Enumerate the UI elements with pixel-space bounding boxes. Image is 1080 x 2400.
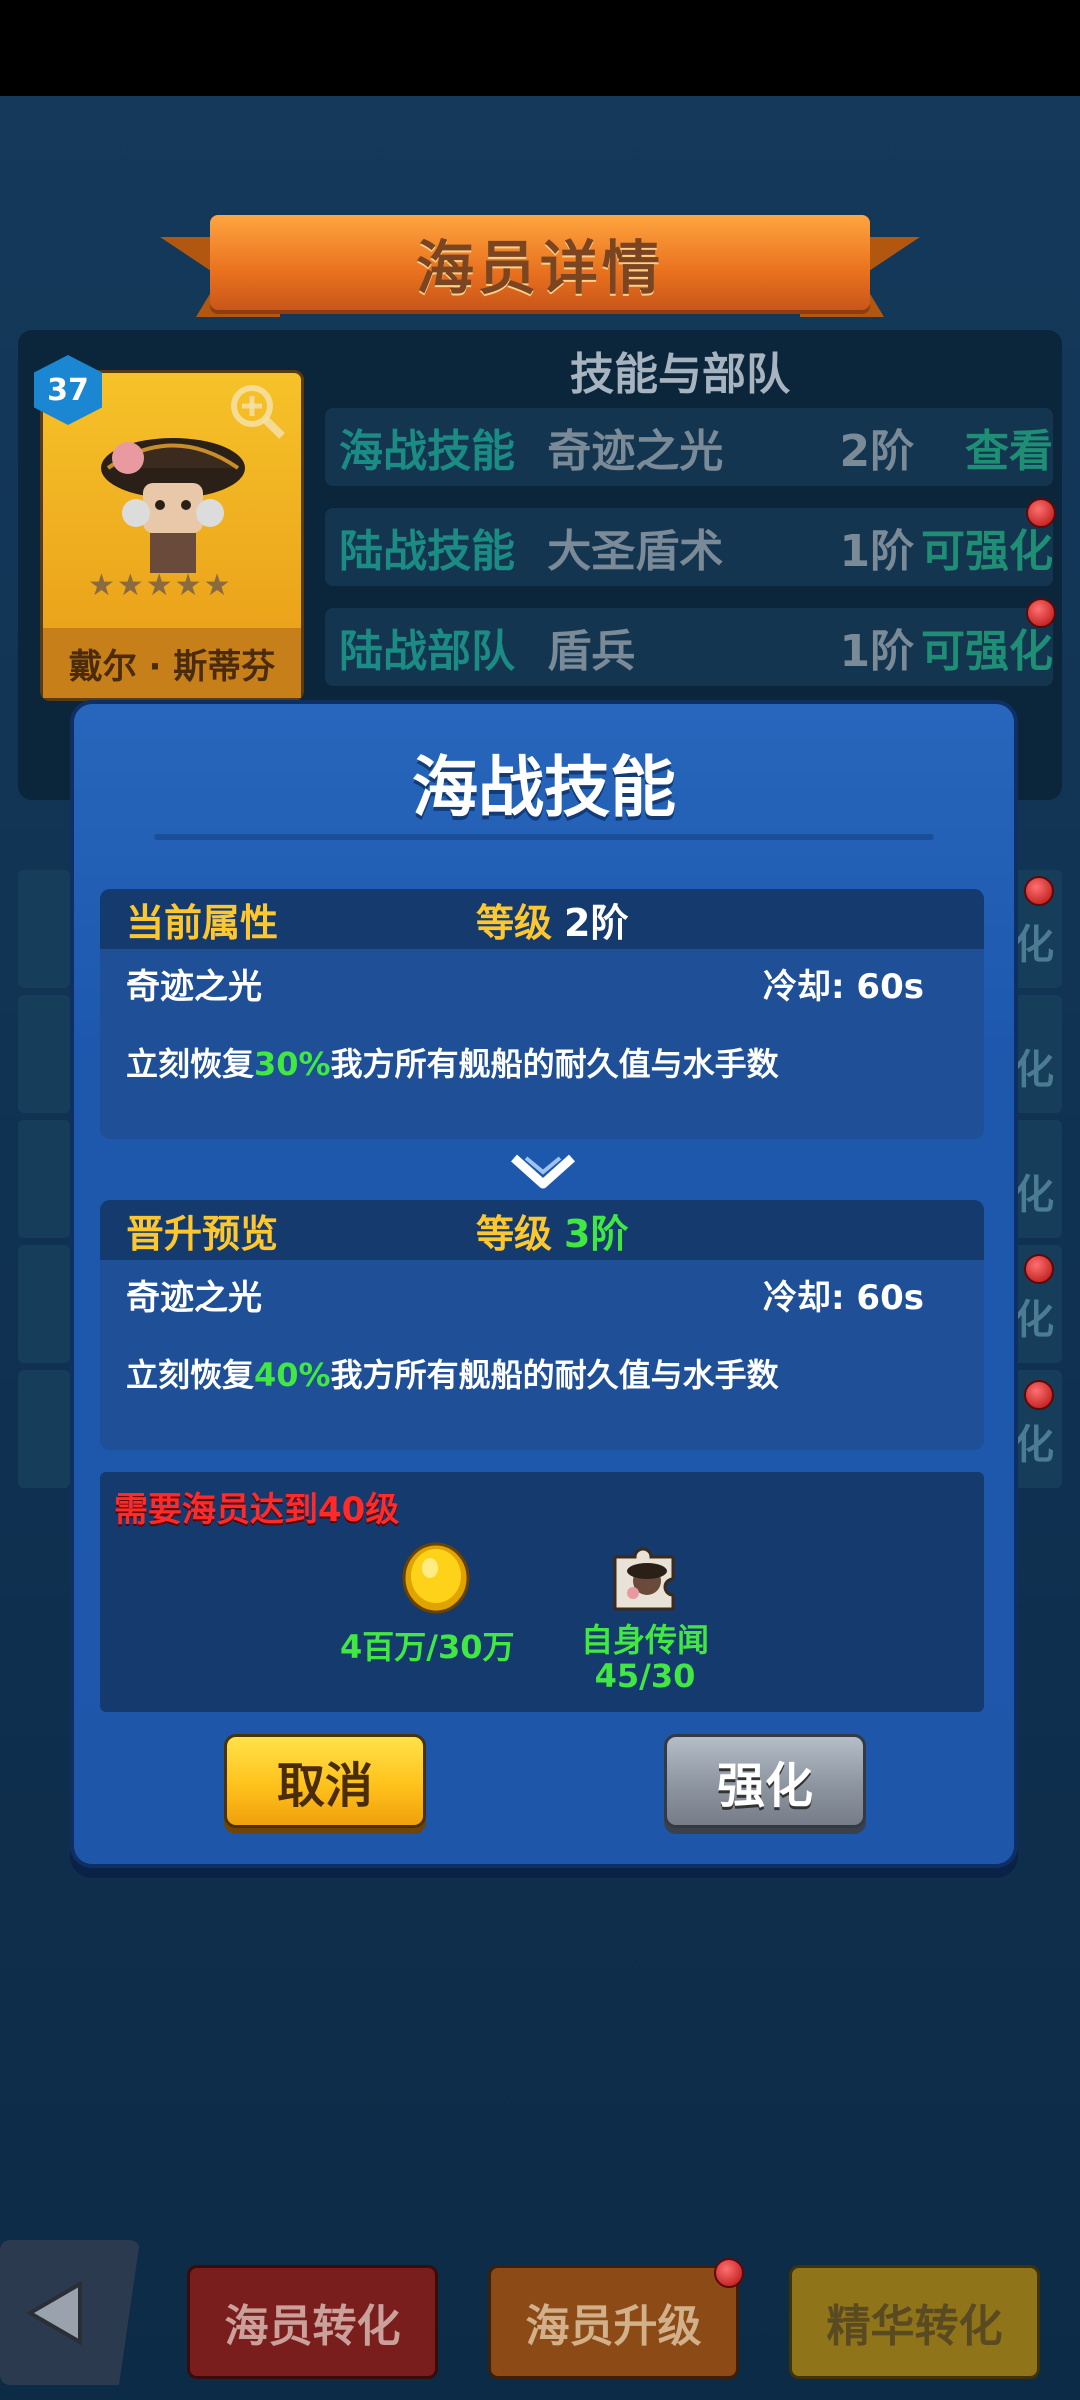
skill-description: 立刻恢复40%我方所有舰船的耐久值与水手数 <box>126 1350 779 1396</box>
pirate-avatar-icon <box>101 438 245 573</box>
back-arrow-icon <box>26 2280 82 2346</box>
gold-coin-icon <box>402 1542 470 1614</box>
desc-prefix: 立刻恢复 <box>126 1045 255 1083</box>
skill-type: 陆战部队 <box>339 626 515 677</box>
current-header-label: 当前属性 <box>126 900 279 945</box>
crew-name-bar: 戴尔 · 斯蒂芬 <box>43 628 301 698</box>
zoom-in-icon[interactable] <box>228 382 288 442</box>
skill-row-naval[interactable]: 海战技能 奇迹之光 2阶 查看 <box>325 408 1053 486</box>
crew-list-item[interactable] <box>18 1245 70 1363</box>
crew-list-item[interactable] <box>18 870 70 988</box>
back-button[interactable] <box>0 2240 140 2385</box>
desc-suffix: 我方所有舰船的耐久值与水手数 <box>330 1045 779 1083</box>
skill-name: 大圣盾术 <box>547 526 724 577</box>
skill-type: 陆战技能 <box>339 526 515 577</box>
skill-type: 海战技能 <box>339 426 515 477</box>
skills-panel-title: 技能与部队 <box>570 349 790 400</box>
desc-percent: 30% <box>254 1045 331 1083</box>
requirement-warning: 需要海员达到40级 <box>114 1490 400 1530</box>
tab-label: 化 <box>1014 1297 1054 1343</box>
notification-dot <box>1024 1380 1054 1410</box>
skill-name: 奇迹之光 <box>126 967 262 1007</box>
preview-header: 晋升预览 等级 3阶 <box>100 1200 984 1260</box>
crew-name: 戴尔 · 斯蒂芬 <box>68 646 276 687</box>
skill-name: 奇迹之光 <box>126 1278 262 1318</box>
notification-dot <box>1024 876 1054 906</box>
star-rating: ★★★★★ <box>88 568 233 603</box>
status-bar <box>0 0 1080 96</box>
fragment-cost: 自身传闻 45/30 <box>570 1622 720 1694</box>
current-level: 2阶 <box>564 900 629 945</box>
title-banner: 海员详情 <box>160 215 920 325</box>
preview-header-label: 晋升预览 <box>126 1211 279 1256</box>
page-title: 海员详情 <box>415 233 664 302</box>
level-label: 等级 <box>476 1211 553 1256</box>
skill-name: 奇迹之光 <box>547 426 724 477</box>
next-level: 3阶 <box>564 1211 629 1256</box>
skill-row-land[interactable]: 陆战技能 大圣盾术 1阶 可强化 <box>325 508 1053 586</box>
crew-list-item[interactable] <box>18 1120 70 1238</box>
skill-upgrade-dialog: 海战技能 当前属性 等级 2阶 奇迹之光 冷却: 60s 立刻恢复30%我方所有… <box>70 700 1018 1868</box>
crew-list-item[interactable] <box>18 995 70 1113</box>
tab-label: 化 <box>1014 922 1054 968</box>
dialog-title: 海战技能 <box>412 749 676 826</box>
upgrade-button[interactable]: 强化 <box>664 1734 866 1828</box>
cooldown: 冷却: 60s <box>763 1278 924 1318</box>
desc-percent: 40% <box>254 1356 331 1394</box>
fragment-count: 45/30 <box>594 1657 696 1695</box>
crew-list-item[interactable] <box>18 1370 70 1488</box>
crew-level: 37 <box>47 372 89 408</box>
banner-main: 海员详情 <box>210 215 870 310</box>
level-label: 等级 <box>476 900 553 945</box>
skill-level: 2阶 <box>839 426 915 477</box>
current-attributes-block: 当前属性 等级 2阶 奇迹之光 冷却: 60s 立刻恢复30%我方所有舰船的耐久… <box>100 889 984 1139</box>
current-header: 当前属性 等级 2阶 <box>100 889 984 949</box>
view-button[interactable]: 查看 <box>914 415 1053 479</box>
desc-prefix: 立刻恢复 <box>126 1356 255 1394</box>
cooldown: 冷却: 60s <box>763 967 924 1007</box>
crew-convert-button[interactable]: 海员转化 <box>187 2265 438 2379</box>
tab-label: 化 <box>1014 1422 1054 1468</box>
fragment-name: 自身传闻 <box>580 1621 709 1659</box>
tab-label: 化 <box>1014 1172 1054 1218</box>
puzzle-piece-icon <box>613 1547 675 1611</box>
requirements-block: 需要海员达到40级 4百万/30万 自身传闻 45/30 <box>100 1472 984 1712</box>
notification-dot <box>1026 598 1056 628</box>
crew-upgrade-button[interactable]: 海员升级 <box>488 2265 739 2379</box>
essence-convert-button[interactable]: 精华转化 <box>789 2265 1040 2379</box>
tab-label: 化 <box>1014 1047 1054 1093</box>
divider <box>154 834 934 840</box>
skill-row-troop[interactable]: 陆战部队 盾兵 1阶 可强化 <box>325 608 1053 686</box>
chevron-down-icon <box>510 1154 576 1189</box>
skill-name: 盾兵 <box>547 626 636 677</box>
cancel-button[interactable]: 取消 <box>224 1734 426 1828</box>
upgrade-preview-block: 晋升预览 等级 3阶 奇迹之光 冷却: 60s 立刻恢复40%我方所有舰船的耐久… <box>100 1200 984 1450</box>
notification-dot <box>714 2258 744 2288</box>
skill-description: 立刻恢复30%我方所有舰船的耐久值与水手数 <box>126 1039 779 1085</box>
skill-level: 1阶 <box>839 626 915 677</box>
gold-cost: 4百万/30万 <box>340 1628 515 1666</box>
desc-suffix: 我方所有舰船的耐久值与水手数 <box>330 1356 779 1394</box>
skill-level: 1阶 <box>839 526 915 577</box>
notification-dot <box>1026 498 1056 528</box>
notification-dot <box>1024 1254 1054 1284</box>
